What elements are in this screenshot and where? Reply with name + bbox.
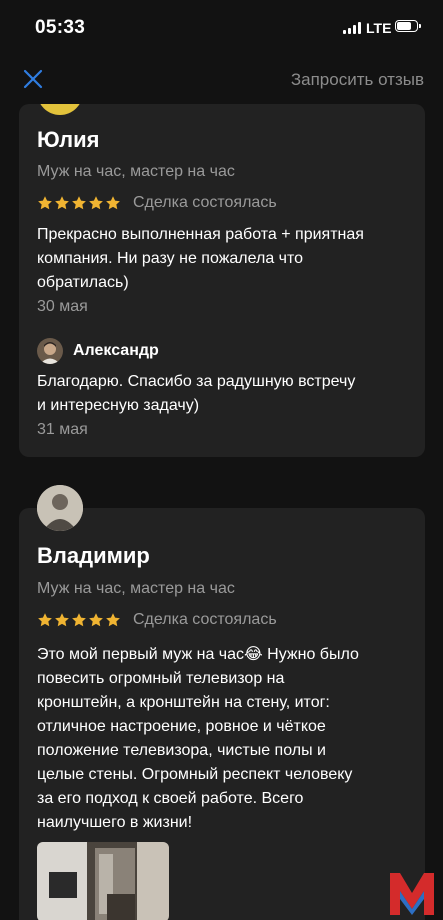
review-text-line: Прекрасно выполненная работа + приятная	[37, 226, 364, 243]
service-category: Муж на час, мастер на час	[37, 163, 235, 180]
signal-icon	[343, 22, 361, 34]
status-bar: 05:33 LTE	[0, 0, 443, 56]
review-text: Прекрасно выполненная работа + приятная …	[37, 223, 412, 295]
review-text-line: за его подход к своей работе. Всего	[37, 790, 304, 807]
star-icon	[106, 196, 120, 210]
review-text-line: отличное настроение, ровное и чёткое	[37, 718, 326, 735]
deal-status: Сделка состоялась	[133, 194, 277, 211]
battery-level	[397, 22, 412, 30]
star-rating	[37, 195, 121, 211]
rating-row: Сделка состоялась	[37, 193, 277, 213]
avatar	[37, 104, 83, 115]
review-text: Это мой первый муж на час😂 Нужно было по…	[37, 643, 412, 835]
review-text-line: наилучшего в жизни!	[37, 814, 193, 831]
network-type: LTE	[366, 20, 392, 36]
brand-logo-icon	[390, 873, 434, 915]
reply-text-line: Благодарю. Спасибо за радушную встречу	[37, 373, 356, 390]
service-category: Муж на час, мастер на час	[37, 580, 235, 597]
review-text-line: обратилась)	[37, 274, 129, 291]
review-text-line: положение телевизора, чистые полы и	[37, 742, 326, 759]
review-text-line: повесить огромный телевизор на	[37, 670, 285, 687]
star-icon	[38, 613, 52, 627]
star-icon	[55, 613, 69, 627]
review-date: 30 мая	[37, 298, 88, 315]
reviewer-name: Юлия	[37, 127, 100, 152]
reply-text-line: и интересную задачу)	[37, 397, 200, 414]
reply-text: Благодарю. Спасибо за радушную встречу и…	[37, 370, 412, 418]
request-review-button[interactable]: Запросить отзыв	[291, 70, 424, 90]
star-icon	[72, 613, 86, 627]
deal-status: Сделка состоялась	[133, 611, 277, 628]
avatar	[37, 485, 83, 531]
status-time: 05:33	[35, 17, 86, 38]
reviewer-name: Владимир	[37, 543, 150, 568]
review-text-line: целые стены. Огромный респект человеку	[37, 766, 353, 783]
star-icon	[89, 613, 103, 627]
avatar	[37, 338, 63, 364]
reply-header: Александр	[37, 338, 159, 364]
review-photo[interactable]	[37, 842, 169, 920]
top-bar: Запросить отзыв	[0, 56, 443, 104]
star-icon	[72, 196, 86, 210]
review-card: Юлия Муж на час, мастер на час Сделка со…	[19, 104, 425, 457]
rating-row: Сделка состоялась	[37, 610, 277, 630]
reply-author: Александр	[73, 342, 159, 359]
star-icon	[55, 196, 69, 210]
review-card: Владимир Муж на час, мастер на час Сделк…	[19, 485, 425, 920]
star-icon	[106, 613, 120, 627]
star-rating	[37, 612, 121, 628]
review-text-line: Это мой первый муж на час😂 Нужно было	[37, 646, 359, 663]
battery-icon	[395, 20, 421, 32]
star-icon	[89, 196, 103, 210]
review-text-line: кронштейн, а кронштейн на стену, итог:	[37, 694, 330, 711]
reply-date: 31 мая	[37, 421, 88, 438]
close-icon[interactable]	[22, 68, 44, 90]
reviews-list[interactable]: Юлия Муж на час, мастер на час Сделка со…	[0, 104, 443, 920]
star-icon	[38, 196, 52, 210]
review-text-line: компания. Ни разу не пожалела что	[37, 250, 304, 267]
